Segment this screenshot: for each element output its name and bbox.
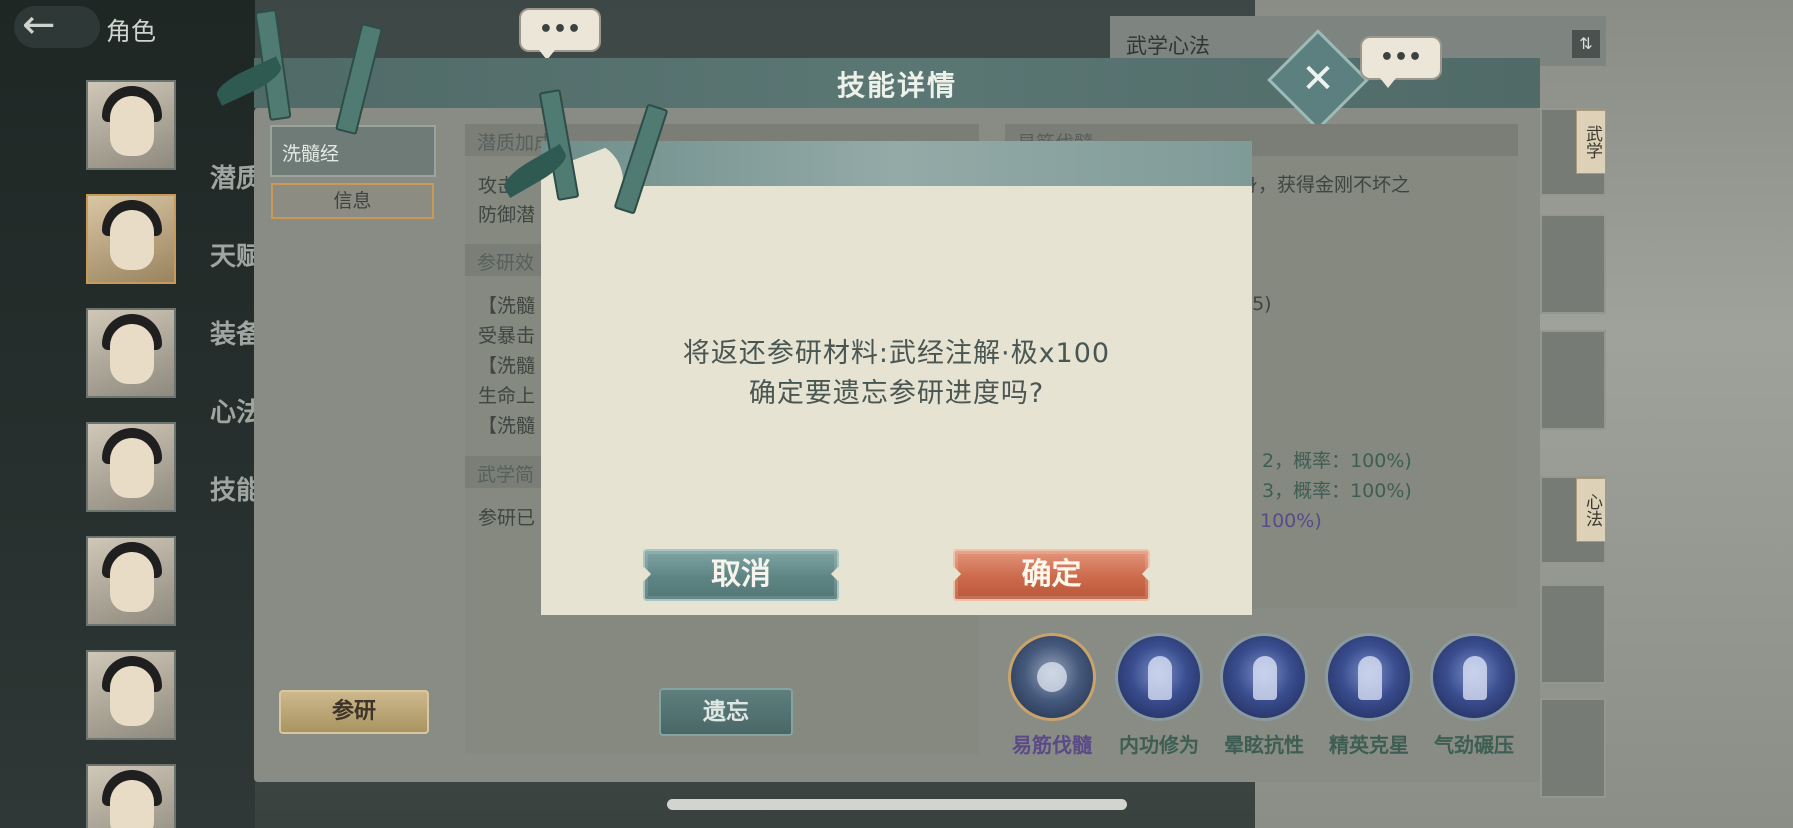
dialog-message-line-2: 确定要遗忘参研进度吗? <box>748 378 1045 409</box>
skill-label-1: 易筋伐髓 <box>1012 733 1092 757</box>
sort-icon[interactable]: ⇅ <box>1572 30 1600 58</box>
meditation-skill-icon[interactable] <box>1430 633 1518 721</box>
wuxue-tag: 武学 <box>1576 110 1606 174</box>
meditation-skill-icon[interactable] <box>1325 633 1413 721</box>
research-button[interactable]: 参研 <box>279 690 429 734</box>
close-icon[interactable]: ✕ <box>1282 44 1354 116</box>
research-effect-line-3: 【洗髓 <box>478 355 536 377</box>
list-item-card[interactable] <box>1540 330 1606 430</box>
dialog-message-line-1: 将返还参研材料:武经注解·极x100 <box>682 338 1111 369</box>
meditation-skill-icon[interactable] <box>1115 633 1203 721</box>
character-portrait-7[interactable] <box>86 764 176 828</box>
skill-effect-green-2: 3，概率：100%) <box>1262 480 1412 502</box>
skill-label-4: 精英克星 <box>1329 733 1409 757</box>
skill-label-5: 气劲碾压 <box>1434 733 1514 757</box>
research-effect-line-1: 【洗髓 <box>478 295 536 317</box>
research-effect-line-4: 生命上 <box>478 385 536 407</box>
list-item-card[interactable] <box>1540 214 1606 314</box>
character-portrait-1[interactable] <box>86 80 176 170</box>
character-portrait-2[interactable] <box>86 194 176 284</box>
character-portrait-6[interactable] <box>86 650 176 740</box>
character-portrait-5[interactable] <box>86 536 176 626</box>
wuxue-brief-line-1: 参研已 <box>478 507 536 529</box>
potential-line-2: 防御潜 <box>478 204 536 226</box>
character-portrait-3[interactable] <box>86 308 176 398</box>
skill-label-2: 内功修为 <box>1119 733 1199 757</box>
home-indicator[interactable] <box>667 799 1127 810</box>
chat-bubble-icon[interactable]: ••• <box>519 8 601 60</box>
research-effect-line-5: 【洗髓 <box>478 415 536 437</box>
back-label: 角色 <box>106 17 157 46</box>
skill-label-3: 晕眩抗性 <box>1224 733 1304 757</box>
cancel-button[interactable]: 取消 <box>636 549 846 601</box>
cancel-label: 取消 <box>711 557 771 592</box>
confirm-label: 确定 <box>1021 557 1082 592</box>
research-effect-line-2: 受暴击 <box>478 325 536 347</box>
forget-button[interactable]: 遗忘 <box>659 688 793 736</box>
chat-bubble-icon-2[interactable]: ••• <box>1360 36 1442 88</box>
xinfa-tag: 心法 <box>1576 478 1606 542</box>
info-tab[interactable]: 信息 <box>271 183 434 219</box>
list-item-card[interactable] <box>1540 584 1606 684</box>
list-item-card[interactable] <box>1540 698 1606 798</box>
character-portrait-4[interactable] <box>86 422 176 512</box>
skill-effect-green-1: 2，概率：100%) <box>1262 450 1412 472</box>
swirl-skill-icon[interactable] <box>1008 633 1096 721</box>
meditation-skill-icon[interactable] <box>1220 633 1308 721</box>
back-arrow-icon[interactable]: ← <box>14 5 100 48</box>
confirm-button[interactable]: 确定 <box>946 549 1157 601</box>
